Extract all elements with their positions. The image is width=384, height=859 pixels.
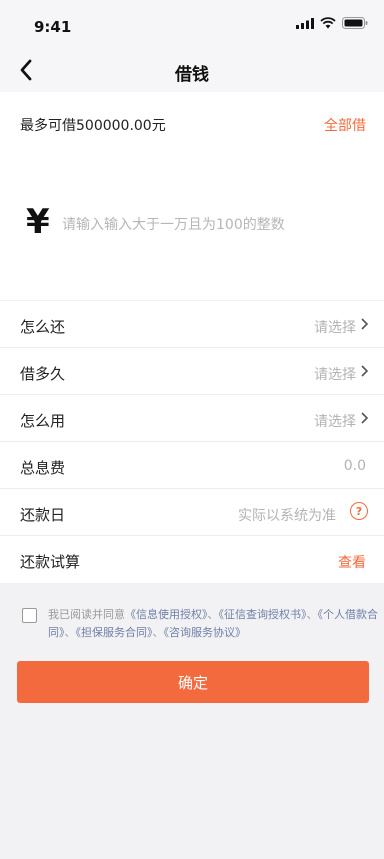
repay-method-row[interactable]: 怎么还 请选择 — [0, 301, 384, 348]
loan-purpose-row[interactable]: 怎么用 请选择 — [0, 395, 384, 442]
status-time: 9:41 — [34, 18, 72, 36]
agreement-prefix: 我已阅读并同意 — [48, 608, 125, 621]
loan-term-row[interactable]: 借多久 请选择 — [0, 348, 384, 395]
wifi-icon — [320, 17, 336, 29]
agreement-separator: 、 — [152, 626, 164, 639]
question-circle-icon[interactable]: ? — [350, 502, 368, 520]
signal-icon — [296, 17, 314, 29]
repay-method-value: 请选择 — [314, 320, 356, 336]
chevron-right-icon — [361, 412, 368, 424]
loan-purpose-value: 请选择 — [314, 414, 356, 430]
repay-date-value: 实际以系统为准 — [238, 508, 336, 524]
repay-calc-label: 还款试算 — [20, 553, 81, 571]
agreement-separator: 、 — [64, 626, 76, 639]
repay-date-label: 还款日 — [20, 506, 66, 524]
agreement-separator: 、 — [207, 608, 219, 621]
option-list: 怎么还 请选择 借多久 请选择 怎么用 请选择 总息费 0.0 还款日 实际以系… — [0, 301, 384, 583]
total-interest-value: 0.0 — [343, 458, 366, 474]
guarantee-contract-link[interactable]: 《担保服务合同》 — [76, 626, 153, 639]
loan-term-value: 请选择 — [314, 367, 356, 383]
agreement-separator: 、 — [306, 608, 318, 621]
repay-calc-row: 还款试算 查看 — [0, 536, 384, 583]
chevron-right-icon — [361, 318, 368, 330]
loan-purpose-label: 怎么用 — [20, 412, 66, 430]
amount-input[interactable] — [62, 212, 362, 238]
max-borrow-label: 最多可借500000.00元 — [20, 118, 166, 134]
page-title: 借钱 — [175, 65, 209, 85]
info-usage-auth-link[interactable]: 《信息使用授权》 — [125, 608, 208, 621]
status-bar: 9:41 — [0, 0, 384, 48]
view-calc-link[interactable]: 查看 — [338, 552, 366, 572]
consulting-agreement-link[interactable]: 《咨询服务协议》 — [164, 626, 247, 639]
battery-icon — [342, 17, 368, 29]
status-icons — [296, 17, 368, 29]
confirm-button[interactable]: 确定 — [17, 661, 369, 703]
loan-term-label: 借多久 — [20, 365, 66, 383]
chevron-right-icon — [361, 365, 368, 377]
agreement-text: 我已阅读并同意《信息使用授权》、《征信查询授权书》、《个人借款合同》、《担保服务… — [48, 606, 378, 642]
agree-checkbox[interactable] — [22, 608, 37, 623]
repay-date-row: 还款日 实际以系统为准 ? — [0, 489, 384, 536]
amount-card: 最多可借500000.00元 全部借 ¥ — [0, 92, 384, 300]
repay-method-label: 怎么还 — [20, 318, 66, 336]
total-interest-label: 总息费 — [20, 459, 66, 477]
total-interest-row: 总息费 0.0 — [0, 442, 384, 489]
nav-bar: 借钱 — [0, 48, 384, 92]
borrow-all-button[interactable]: 全部借 — [324, 115, 366, 135]
currency-symbol: ¥ — [26, 202, 50, 242]
credit-query-auth-link[interactable]: 《征信查询授权书》 — [219, 608, 307, 621]
